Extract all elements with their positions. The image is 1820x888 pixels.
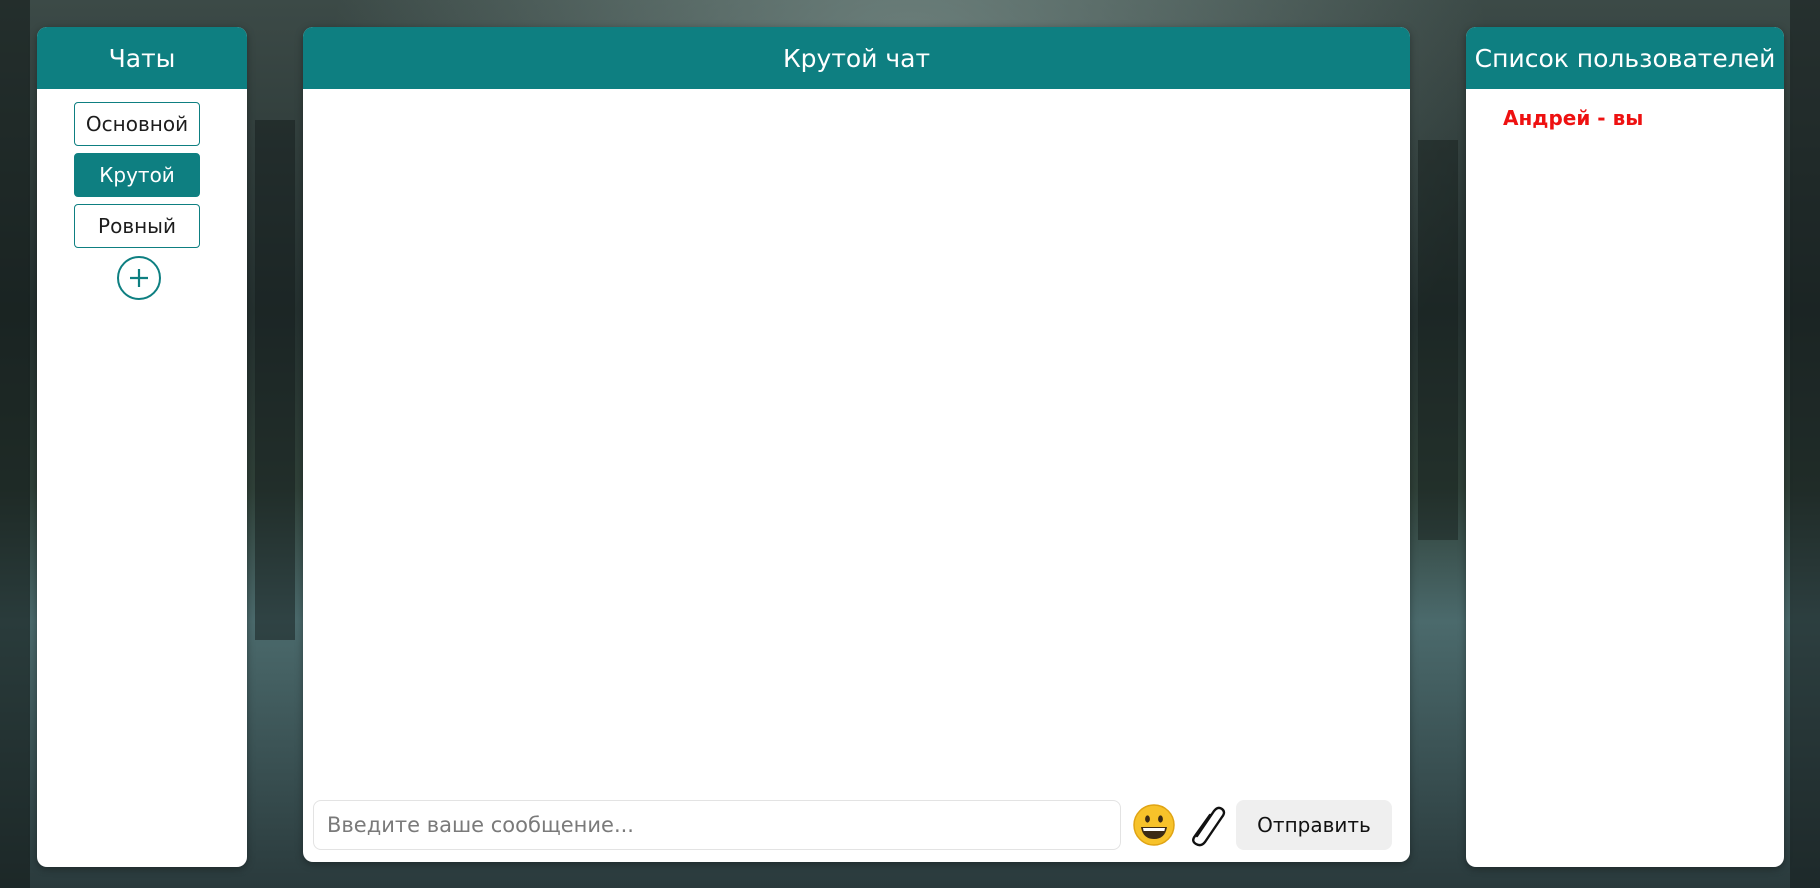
chats-panel-title: Чаты [37, 27, 247, 89]
user-item-self: Андрей - вы [1503, 106, 1644, 130]
background-tree [255, 120, 295, 640]
users-panel: Список пользователей Андрей - вы [1466, 27, 1784, 867]
chat-item-krutoy[interactable]: Крутой [74, 153, 200, 197]
messages-area[interactable] [303, 89, 1410, 800]
message-composer: Отправить [313, 800, 1400, 850]
grinning-face-icon [1133, 804, 1175, 846]
emoji-picker-button[interactable] [1132, 803, 1176, 847]
chat-panel: Крутой чат Отправить [303, 27, 1410, 862]
plus-icon [130, 269, 148, 287]
chat-title: Крутой чат [303, 27, 1410, 89]
chat-item-rovny[interactable]: Ровный [74, 204, 200, 248]
send-button[interactable]: Отправить [1236, 800, 1392, 850]
background-tree [0, 0, 30, 888]
chat-list: Основной Крутой Ровный [37, 89, 247, 300]
chats-panel: Чаты Основной Крутой Ровный [37, 27, 247, 867]
chat-item-osnovnoy[interactable]: Основной [74, 102, 200, 146]
paperclip-icon [1192, 806, 1226, 847]
background-tree [1418, 140, 1458, 540]
add-chat-button[interactable] [117, 256, 161, 300]
users-panel-title: Список пользователей [1466, 27, 1784, 89]
attach-file-button[interactable] [1188, 803, 1228, 847]
background-tree [1790, 0, 1820, 888]
user-list: Андрей - вы [1466, 89, 1784, 130]
message-input[interactable] [313, 800, 1121, 850]
